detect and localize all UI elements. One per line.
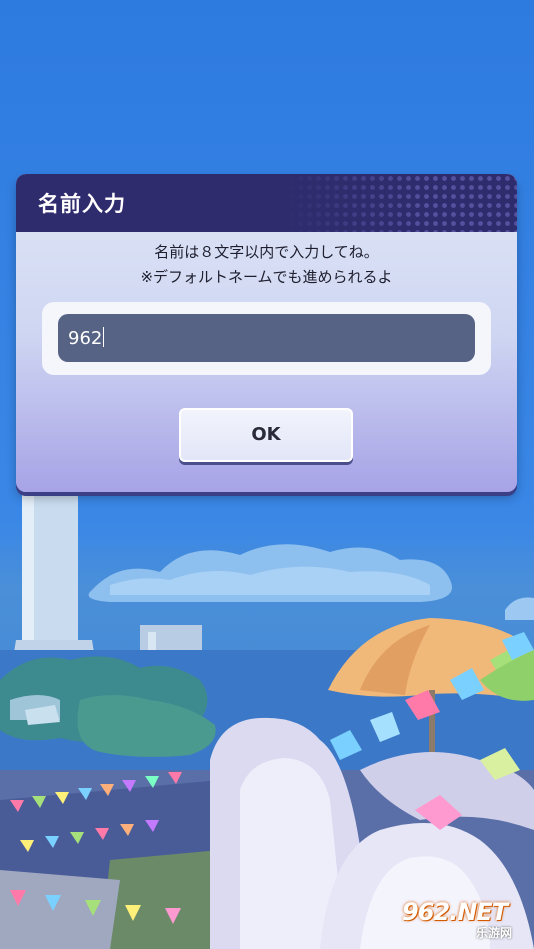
dialog-title: 名前入力	[38, 192, 126, 216]
watermark-brand: 962.NET	[402, 898, 508, 926]
instruction-line-1: 名前は８文字以内で入力してね。	[154, 243, 379, 261]
game-scene: 名前入力 名前は８文字以内で入力してね。 ※デフォルトネームでも進められるよ 9…	[0, 0, 534, 949]
header-dot-pattern	[287, 174, 517, 232]
name-input[interactable]: 962	[58, 314, 475, 362]
dialog-header: 名前入力	[16, 174, 517, 232]
name-entry-dialog: 名前入力 名前は８文字以内で入力してね。 ※デフォルトネームでも進められるよ 9…	[16, 174, 517, 492]
text-caret	[103, 327, 105, 347]
instructions: 名前は８文字以内で入力してね。 ※デフォルトネームでも進められるよ	[16, 240, 517, 290]
instruction-line-2: ※デフォルトネームでも進められるよ	[140, 268, 393, 286]
watermark-sub: 乐游网	[476, 926, 513, 940]
name-input-value: 962	[68, 328, 103, 349]
ok-button[interactable]: OK	[179, 408, 353, 462]
watermark-logo: 962.NET 乐游网	[394, 898, 534, 949]
name-input-frame: 962	[42, 302, 491, 375]
ok-button-label: OK	[251, 424, 281, 445]
